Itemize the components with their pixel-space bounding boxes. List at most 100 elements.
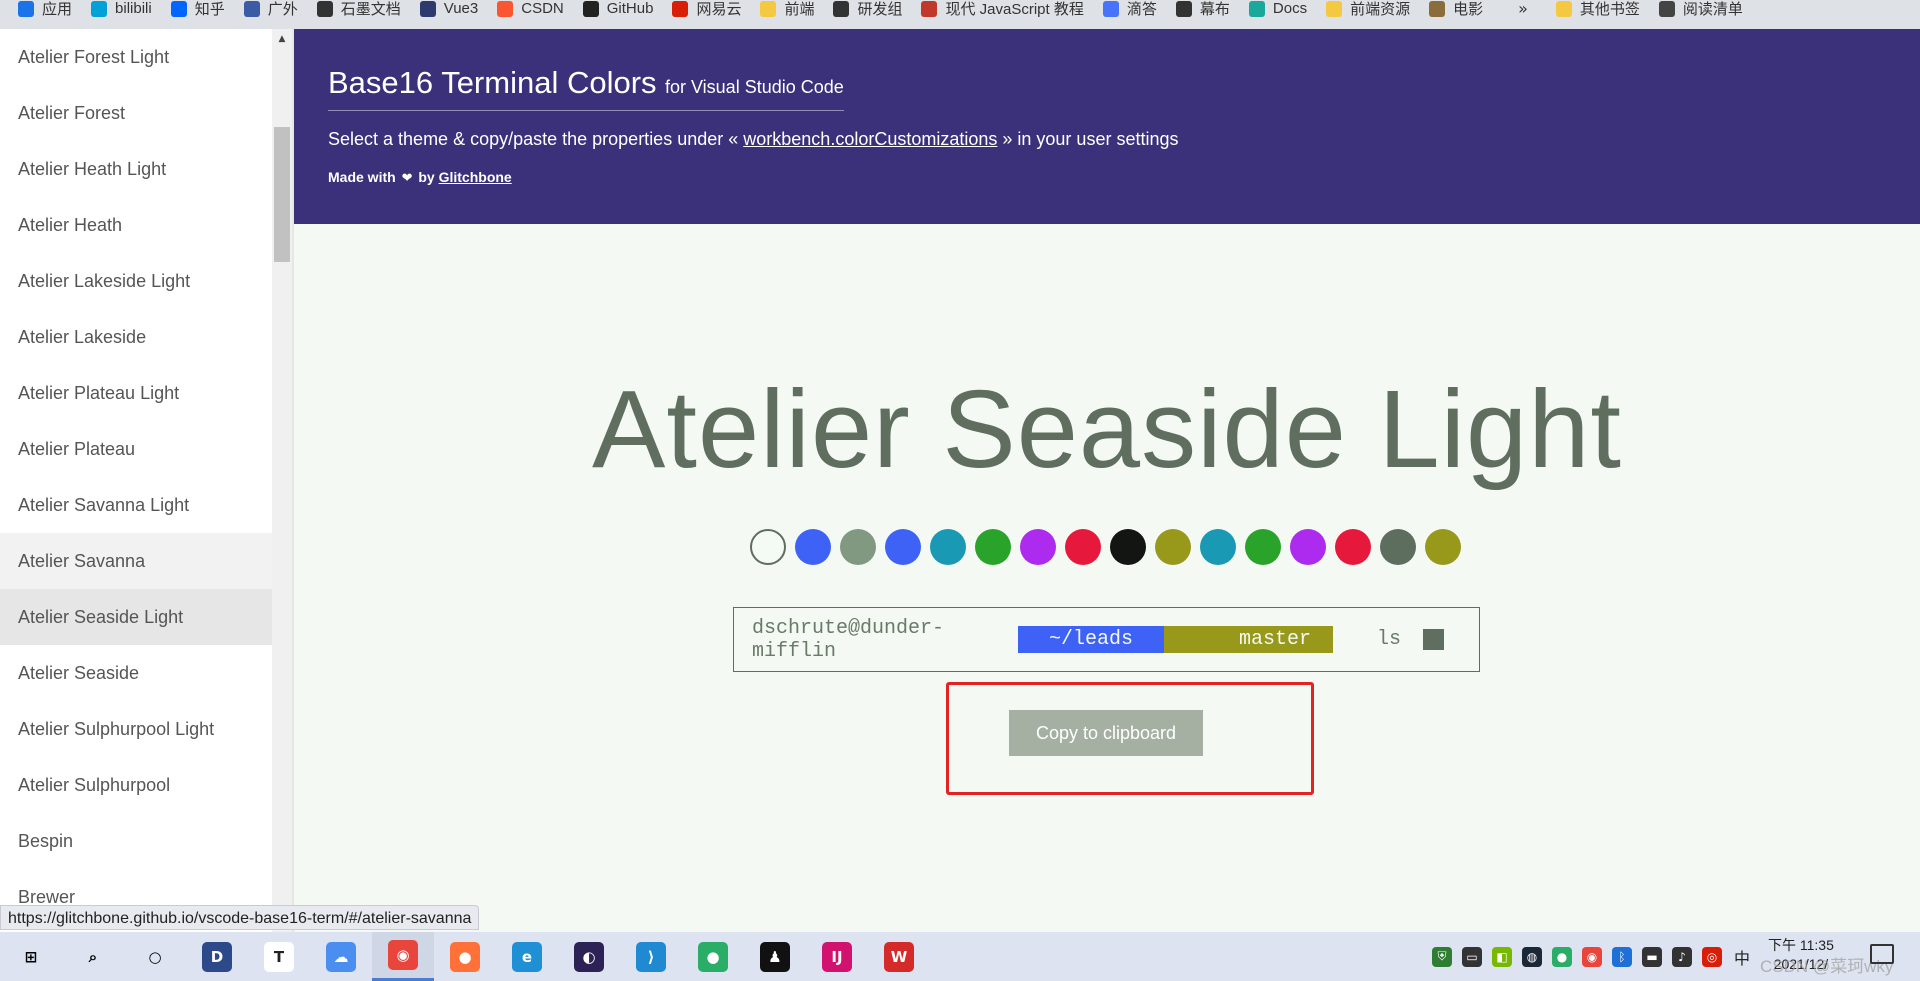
bookmark-csdn[interactable]: CSDN bbox=[491, 0, 577, 23]
sidebar-item-atelier-seaside[interactable]: Atelier Seaside bbox=[0, 645, 272, 701]
sidebar-item-atelier-sulphurpool[interactable]: Atelier Sulphurpool bbox=[0, 757, 272, 813]
app-title: Base16 Terminal Colors bbox=[328, 65, 657, 100]
theme-name: Atelier Seaside Light bbox=[592, 368, 1622, 491]
bookmark-university[interactable]: 广外 bbox=[238, 0, 311, 23]
taskbar-vscode-button[interactable]: ⟩ bbox=[620, 932, 682, 981]
intellij-icon: IJ bbox=[822, 941, 852, 972]
taskbar-task-view-button[interactable]: ○ bbox=[124, 932, 186, 981]
bookmark-label: 前端 bbox=[784, 1, 815, 18]
scroll-up-arrow-icon[interactable]: ▲ bbox=[272, 29, 292, 49]
bookmark-team[interactable]: 研发组 bbox=[827, 0, 915, 23]
intro-after: » in your user settings bbox=[1002, 129, 1179, 149]
bookmark-dida[interactable]: 滴答 bbox=[1097, 0, 1170, 23]
taskbar-eclipse-button[interactable]: ◐ bbox=[558, 932, 620, 981]
glitchbone-link[interactable]: Glitchbone bbox=[439, 169, 512, 185]
notification-center-icon[interactable] bbox=[1870, 944, 1894, 964]
sidebar-item-atelier-savanna[interactable]: Atelier Savanna bbox=[0, 533, 272, 589]
bookmark-globe[interactable]: Vue3 bbox=[414, 0, 491, 23]
bookmark-zhihu[interactable]: 知乎 bbox=[165, 0, 238, 23]
security-icon[interactable]: ⛨ bbox=[1432, 946, 1452, 967]
color-customizations-link[interactable]: workbench.colorCustomizations bbox=[743, 129, 997, 149]
bookmark-folder[interactable]: 前端资源 bbox=[1320, 0, 1423, 23]
folder-icon bbox=[1555, 0, 1572, 17]
bookmark-js-tutorial[interactable]: 现代 JavaScript 教程 bbox=[915, 0, 1096, 23]
sidebar-item-atelier-heath[interactable]: Atelier Heath bbox=[0, 197, 272, 253]
search-icon: ⌕ bbox=[88, 947, 98, 966]
taskbar-edge-button[interactable]: e bbox=[496, 932, 558, 981]
bookmark-label: 网易云 bbox=[696, 1, 742, 18]
sidebar-item-atelier-sulphurpool-light[interactable]: Atelier Sulphurpool Light bbox=[0, 701, 272, 757]
taskbar-wechat-button[interactable]: ● bbox=[682, 932, 744, 981]
bookmark-label: 电影 bbox=[1453, 1, 1484, 18]
wechat-tray-icon[interactable]: ● bbox=[1552, 946, 1572, 967]
color-swatch bbox=[795, 529, 831, 565]
bookmark-bilibili[interactable]: bilibili bbox=[85, 0, 165, 23]
team-icon bbox=[833, 0, 850, 17]
taskbar-wps-button[interactable]: W bbox=[868, 932, 930, 981]
sidebar-item-atelier-savanna-light[interactable]: Atelier Savanna Light bbox=[0, 477, 272, 533]
page-header: Base16 Terminal Colors for Visual Studio… bbox=[294, 29, 1920, 224]
sidebar-item-atelier-forest[interactable]: Atelier Forest bbox=[0, 85, 272, 141]
wps-icon: W bbox=[884, 941, 914, 972]
netease-tray-icon[interactable]: ◎ bbox=[1702, 946, 1722, 967]
eclipse-icon: ◐ bbox=[574, 941, 604, 972]
taskbar-qq-button[interactable]: ♟ bbox=[744, 932, 806, 981]
taskbar-search-button[interactable]: ⌕ bbox=[62, 932, 124, 981]
sidebar-item-atelier-lakeside-light[interactable]: Atelier Lakeside Light bbox=[0, 253, 272, 309]
taskbar-baidu-netdisk-button[interactable]: ☁ bbox=[310, 932, 372, 981]
sidebar-item-atelier-seaside-light[interactable]: Atelier Seaside Light bbox=[0, 589, 272, 645]
volume-icon[interactable]: ♪ bbox=[1672, 946, 1692, 967]
scrollbar-thumb[interactable] bbox=[274, 127, 290, 262]
shimo-icon bbox=[316, 0, 333, 17]
bookmark-label: bilibili bbox=[115, 0, 152, 17]
taskbar-intellij-button[interactable]: IJ bbox=[806, 932, 868, 981]
devcpp-icon: D bbox=[202, 941, 232, 972]
nvidia-icon[interactable]: ◧ bbox=[1492, 946, 1512, 967]
bookmarks-overflow-icon[interactable]: » bbox=[1496, 0, 1550, 18]
bilibili-icon bbox=[91, 0, 108, 17]
netease-icon bbox=[672, 0, 689, 17]
color-swatch bbox=[750, 529, 786, 565]
sidebar-item-atelier-forest-light[interactable]: Atelier Forest Light bbox=[0, 29, 272, 85]
intro-before: Select a theme & copy/paste the properti… bbox=[328, 129, 739, 149]
bookmark-netease[interactable]: 网易云 bbox=[666, 0, 754, 23]
bookmark-shimo[interactable]: 石墨文档 bbox=[311, 0, 414, 23]
sidebar-scrollbar[interactable]: ▲ bbox=[272, 29, 292, 932]
taskbar-typora-button[interactable]: T bbox=[248, 932, 310, 981]
sidebar-item-atelier-heath-light[interactable]: Atelier Heath Light bbox=[0, 141, 272, 197]
bookmark-reading-list[interactable]: 阅读清单 bbox=[1653, 0, 1756, 23]
bookmark-github[interactable]: GitHub bbox=[577, 0, 667, 23]
display-icon[interactable]: ▭ bbox=[1462, 946, 1482, 967]
steam-icon[interactable]: ◍ bbox=[1522, 946, 1542, 967]
taskbar-chrome-button[interactable]: ◉ bbox=[372, 932, 434, 981]
movie-icon bbox=[1429, 0, 1446, 17]
sidebar-item-bespin[interactable]: Bespin bbox=[0, 813, 272, 869]
sidebar-item-atelier-plateau[interactable]: Atelier Plateau bbox=[0, 421, 272, 477]
bookmark-label: 现代 JavaScript 教程 bbox=[945, 1, 1084, 18]
terminal-cursor bbox=[1423, 629, 1444, 650]
bookmark-label: GitHub bbox=[606, 0, 654, 17]
input-method-icon[interactable]: 中 bbox=[1732, 947, 1752, 968]
bookmark-apps-grid[interactable]: 应用 bbox=[12, 0, 85, 23]
taskbar-apps: ⊞ ⌕ ○ D T ☁ ◉ ● e ◐ ⟩ ● ♟ IJ W bbox=[0, 932, 930, 981]
bookmark-folder[interactable]: 前端 bbox=[754, 0, 827, 23]
sidebar-item-atelier-plateau-light[interactable]: Atelier Plateau Light bbox=[0, 365, 272, 421]
taskbar-devcpp-button[interactable]: D bbox=[186, 932, 248, 981]
battery-icon[interactable]: ▬ bbox=[1642, 946, 1662, 967]
bookmark-label: 应用 bbox=[42, 1, 73, 18]
bluetooth-icon[interactable]: ᛒ bbox=[1612, 946, 1632, 967]
theme-sidebar[interactable]: Atelier Forest Light Atelier Forest Atelie… bbox=[0, 29, 272, 932]
bookmark-docs[interactable]: Docs bbox=[1243, 0, 1320, 23]
chrome-tray-icon[interactable]: ◉ bbox=[1582, 946, 1602, 967]
wechat-icon: ● bbox=[698, 941, 728, 972]
bookmark-label: 石墨文档 bbox=[340, 1, 401, 18]
bookmark-folder[interactable]: 其他书签 bbox=[1550, 0, 1653, 23]
bookmark-label: 广外 bbox=[267, 1, 298, 18]
credit-before: Made with bbox=[328, 169, 396, 185]
bookmark-movie[interactable]: 电影 bbox=[1423, 0, 1496, 23]
csdn-icon bbox=[497, 0, 514, 17]
taskbar-firefox-button[interactable]: ● bbox=[434, 932, 496, 981]
bookmark-mubu[interactable]: 幕布 bbox=[1170, 0, 1243, 23]
sidebar-item-atelier-lakeside[interactable]: Atelier Lakeside bbox=[0, 309, 272, 365]
taskbar-windows-start-button[interactable]: ⊞ bbox=[0, 932, 62, 981]
